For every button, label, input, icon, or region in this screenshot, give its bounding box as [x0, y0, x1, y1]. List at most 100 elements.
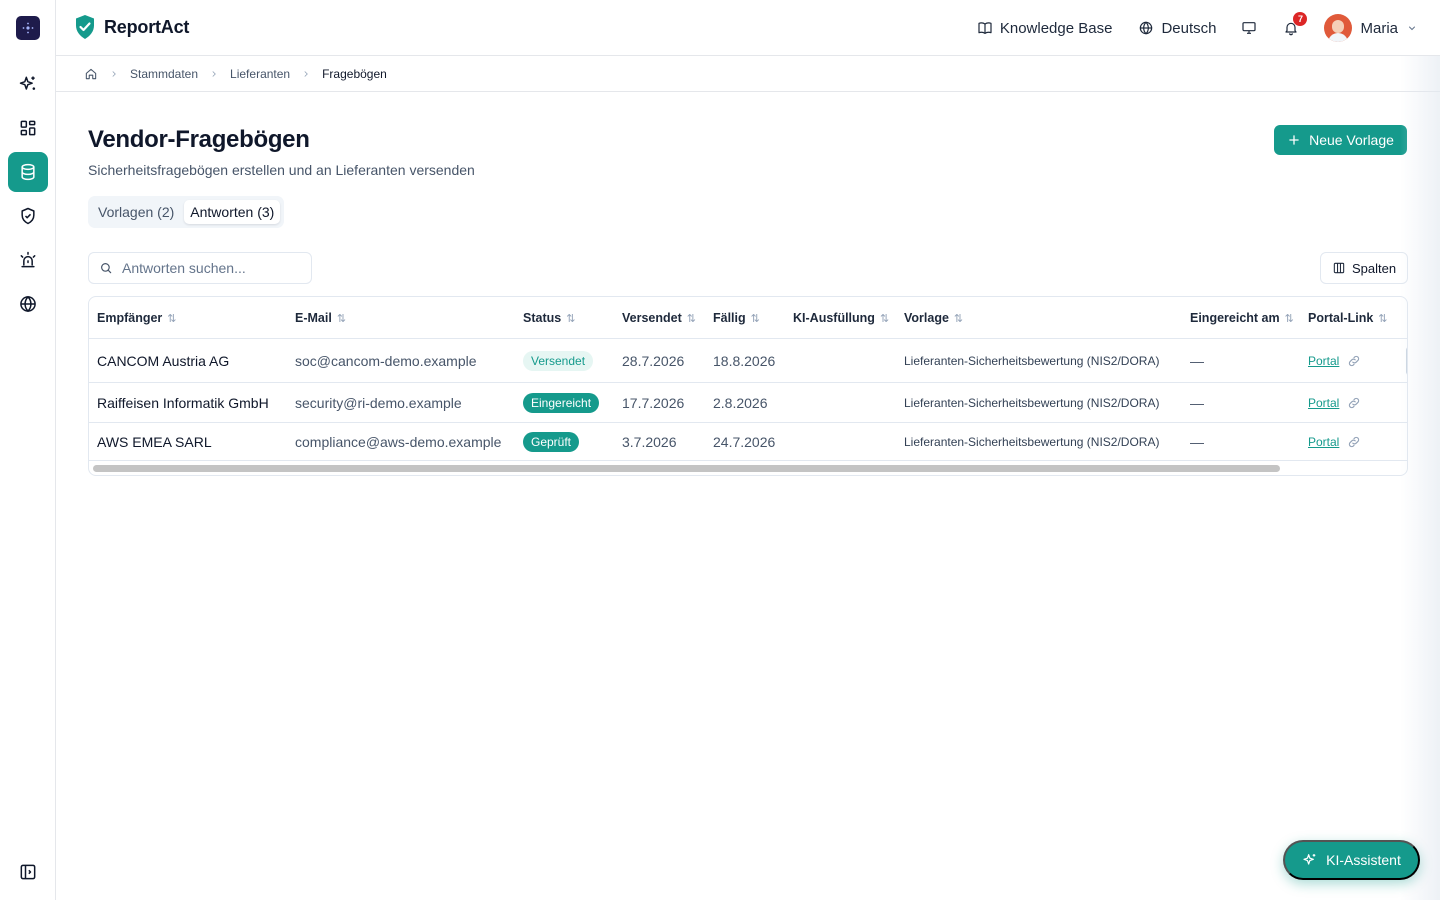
submitted-cell: — — [1190, 352, 1204, 369]
chevron-right-icon — [209, 69, 219, 79]
recipient-cell: CANCOM Austria AG — [97, 352, 230, 369]
column-header-submitted[interactable]: Eingereicht am ⇅ — [1190, 297, 1294, 339]
sidebar-rail — [0, 0, 56, 900]
new-template-button[interactable]: Neue Vorlage — [1274, 125, 1407, 155]
sidebar-item-global[interactable] — [8, 284, 48, 324]
row-action-edge[interactable] — [1406, 347, 1407, 375]
portal-link-cell: Portal — [1308, 339, 1361, 382]
copy-link-icon[interactable] — [1347, 354, 1361, 368]
ai-assistant-button[interactable]: KI-Assistent — [1283, 840, 1420, 880]
sort-icon: ⇅ — [566, 312, 576, 325]
sidebar-item-security[interactable] — [8, 196, 48, 236]
monitor-icon — [1242, 22, 1257, 34]
avatar — [1324, 14, 1353, 42]
shield-check-icon — [21, 207, 35, 225]
sparkles-icon — [1303, 854, 1316, 865]
sidebar-item-ai[interactable] — [8, 64, 48, 104]
brand-name: ReportAct — [104, 16, 190, 37]
language-switcher[interactable]: Deutsch — [1138, 20, 1216, 37]
table-row[interactable]: Raiffeisen Informatik GmbH security@ri-d… — [89, 383, 1407, 423]
sent-date-cell: 3.7.2026 — [622, 433, 677, 450]
tab-templates[interactable]: Vorlagen (2) — [92, 200, 180, 224]
table-row[interactable]: AWS EMEA SARL compliance@aws-demo.exampl… — [89, 423, 1407, 461]
notifications-button[interactable]: 7 — [1282, 12, 1308, 37]
book-icon — [978, 22, 992, 34]
column-header-template[interactable]: Vorlage ⇅ — [904, 297, 963, 339]
chevron-right-icon — [301, 69, 311, 79]
template-cell: Lieferanten-Sicherheitsbewertung (NIS2/D… — [904, 434, 1160, 449]
column-header-ai-fill[interactable]: KI-Ausfüllung ⇅ — [793, 297, 889, 339]
template-cell: Lieferanten-Sicherheitsbewertung (NIS2/D… — [904, 395, 1160, 410]
database-icon — [21, 163, 35, 181]
column-header-due[interactable]: Fällig ⇅ — [713, 297, 760, 339]
sort-icon: ⇅ — [953, 312, 964, 325]
recipient-cell: AWS EMEA SARL — [97, 433, 212, 450]
portal-link[interactable]: Portal — [1308, 354, 1339, 368]
status-badge: Versendet — [523, 350, 594, 371]
chevron-right-icon — [109, 69, 119, 79]
columns-icon — [1333, 262, 1345, 274]
recipient-cell: Raiffeisen Informatik GmbH — [97, 394, 269, 411]
sidebar-toggle[interactable] — [8, 852, 48, 892]
template-cell: Lieferanten-Sicherheitsbewertung (NIS2/D… — [904, 353, 1160, 368]
tab-responses[interactable]: Antworten (3) — [184, 200, 281, 224]
app-logo-icon[interactable] — [16, 16, 40, 40]
page-title: Vendor-Fragebögen — [88, 126, 310, 153]
column-header-portal-link[interactable]: Portal-Link ⇅ — [1308, 297, 1388, 339]
portal-link-cell: Portal — [1308, 383, 1361, 422]
globe-icon — [20, 295, 36, 313]
home-icon[interactable] — [84, 67, 98, 81]
chevron-down-icon — [1409, 26, 1415, 31]
submitted-cell: — — [1190, 433, 1204, 450]
due-date-cell: 2.8.2026 — [713, 394, 768, 411]
due-date-cell: 18.8.2026 — [713, 352, 776, 369]
user-menu[interactable]: Maria — [1324, 14, 1418, 42]
due-date-cell: 24.7.2026 — [713, 433, 776, 450]
portal-link-cell: Portal — [1308, 423, 1361, 460]
sidebar-item-master-data[interactable] — [8, 152, 48, 192]
copy-link-icon[interactable] — [1347, 396, 1361, 410]
column-header-recipient[interactable]: Empfänger ⇅ — [97, 297, 177, 339]
sent-date-cell: 17.7.2026 — [622, 394, 685, 411]
columns-button[interactable]: Spalten — [1320, 252, 1408, 284]
breadcrumb: Stammdaten Lieferanten Fragebögen — [56, 56, 1440, 92]
column-header-email[interactable]: E-Mail ⇅ — [295, 297, 346, 339]
portal-link[interactable]: Portal — [1308, 435, 1339, 449]
siren-icon — [20, 251, 36, 268]
top-header: ReportAct Knowledge Base Deutsch 7 Maria — [56, 0, 1440, 56]
right-edge-shadow — [1400, 56, 1440, 900]
sort-icon: ⇅ — [879, 312, 890, 325]
tab-list: Vorlagen (2) Antworten (3) — [88, 196, 285, 228]
notification-count-badge: 7 — [1293, 12, 1308, 26]
status-cell: Versendet — [523, 339, 594, 382]
plus-icon — [1289, 135, 1299, 145]
table-row[interactable]: CANCOM Austria AG soc@cancom-demo.exampl… — [89, 339, 1407, 383]
status-cell: Geprüft — [523, 423, 580, 460]
copy-link-icon[interactable] — [1347, 435, 1361, 449]
email-cell: soc@cancom-demo.example — [295, 352, 477, 369]
dashboard-icon — [20, 120, 36, 136]
language-label: Deutsch — [1161, 19, 1217, 37]
knowledge-base-link[interactable]: Knowledge Base — [977, 19, 1113, 37]
new-template-label: Neue Vorlage — [1309, 132, 1394, 148]
breadcrumb-item[interactable]: Lieferanten — [230, 67, 290, 81]
sidebar-item-incidents[interactable] — [8, 240, 48, 280]
email-cell: compliance@aws-demo.example — [295, 433, 502, 450]
sort-icon: ⇅ — [1378, 312, 1388, 325]
breadcrumb-item[interactable]: Stammdaten — [130, 67, 198, 81]
column-header-sent[interactable]: Versendet ⇅ — [622, 297, 696, 339]
ai-assistant-label: KI-Assistent — [1326, 852, 1401, 868]
email-cell: security@ri-demo.example — [295, 394, 462, 411]
search-input[interactable] — [122, 260, 302, 276]
knowledge-base-label: Knowledge Base — [999, 19, 1113, 37]
sidebar-item-dashboard[interactable] — [8, 108, 48, 148]
column-header-status[interactable]: Status ⇅ — [523, 297, 575, 339]
status-badge: Eingereicht — [523, 392, 600, 413]
portal-link[interactable]: Portal — [1308, 396, 1339, 410]
search-box — [88, 252, 312, 284]
display-button[interactable] — [1240, 19, 1258, 37]
horizontal-scrollbar[interactable] — [93, 465, 1280, 472]
brand-shield-icon — [76, 15, 94, 39]
page-subtitle: Sicherheitsfragebögen erstellen und an L… — [88, 162, 475, 178]
brand[interactable]: ReportAct — [74, 14, 189, 40]
